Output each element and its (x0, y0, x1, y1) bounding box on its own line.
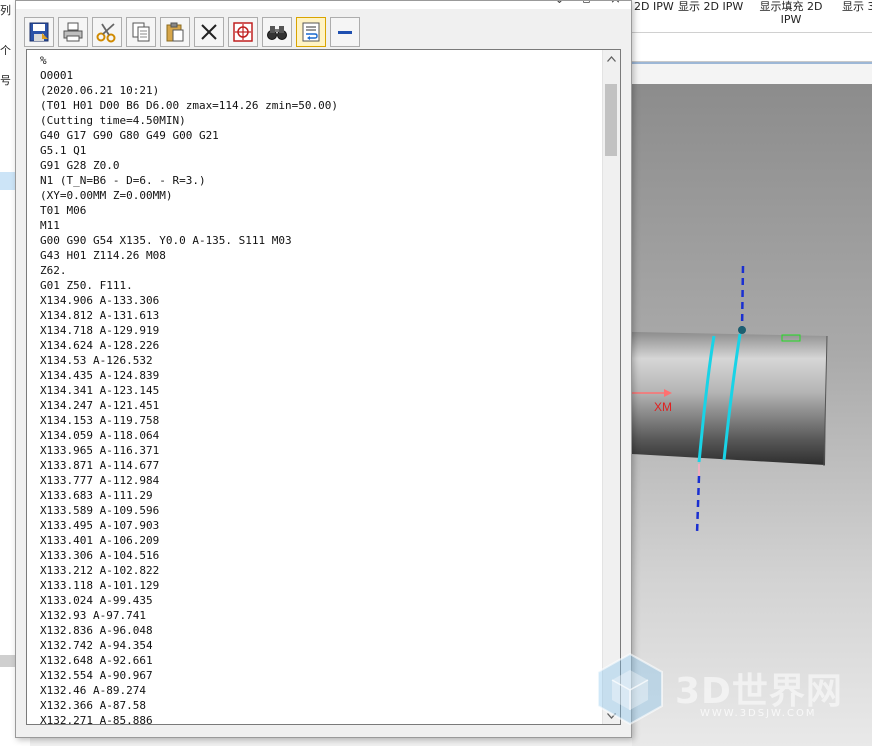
nc-code-line: G01 Z50. F111. (40, 279, 133, 292)
copy-button[interactable] (126, 17, 156, 47)
nc-code-line: X134.059 A-118.064 (40, 429, 160, 442)
paste-button[interactable] (160, 17, 190, 47)
scroll-down-button[interactable] (603, 707, 620, 724)
find-button[interactable] (262, 17, 292, 47)
crosshair-icon (233, 22, 253, 42)
chevron-up-icon (607, 55, 616, 62)
nc-code-line: X134.247 A-121.451 (40, 399, 160, 412)
nc-code-line: X132.742 A-94.354 (40, 639, 153, 652)
nc-code-line: G00 G90 G54 X135. Y0.0 A-135. S111 M03 (40, 234, 292, 247)
nc-code-line: (XY=0.00MM Z=0.00MM) (40, 189, 173, 202)
scroll-thumb[interactable] (605, 84, 617, 156)
left-panel-text: 列 (0, 4, 11, 17)
nc-code-line: M11 (40, 219, 60, 232)
minimize-button[interactable] (330, 17, 360, 47)
clipboard-icon (166, 22, 184, 42)
cut-button[interactable] (92, 17, 122, 47)
nc-code-line: X133.118 A-101.129 (40, 579, 160, 592)
nc-code-line: G43 H01 Z114.26 M08 (40, 249, 166, 262)
nc-code-line: X132.46 A-89.274 (40, 684, 146, 697)
nc-code-line: X132.648 A-92.661 (40, 654, 153, 667)
nc-code-line: Z62. (40, 264, 67, 277)
nc-code-line: (T01 H01 D00 B6 D6.00 zmax=114.26 zmin=5… (40, 99, 339, 112)
background-ribbon: 2D IPW 显示 2D IPW 显示填充 2D IPW 显示 3 (632, 0, 872, 33)
cylinder-body (632, 332, 827, 465)
nc-code-line: (Cutting time=4.50MIN) (40, 114, 186, 127)
nc-code-line: X134.624 A-128.226 (40, 339, 160, 352)
nc-code-line: X133.024 A-99.435 (40, 594, 153, 607)
target-button[interactable] (228, 17, 258, 47)
nc-code-line: X133.965 A-116.371 (40, 444, 160, 457)
scroll-up-button[interactable] (603, 50, 620, 67)
save-icon (29, 22, 49, 42)
text-vertical-scrollbar[interactable] (602, 50, 620, 724)
nc-code-line: X133.871 A-114.677 (40, 459, 160, 472)
nc-code-line: X132.271 A-85.886 (40, 714, 153, 725)
nc-code-line: X132.366 A-87.58 (40, 699, 146, 712)
tool-tip-dot (738, 326, 746, 334)
nc-code-line: X133.212 A-102.822 (40, 564, 160, 577)
ribbon-item-show-filled-2d-ipw[interactable]: 显示填充 2D IPW (758, 0, 824, 26)
nc-code-line: G91 G28 Z0.0 (40, 159, 120, 172)
nc-code-line: O0001 (40, 69, 74, 82)
print-button[interactable] (58, 17, 88, 47)
nc-code-line: X134.718 A-129.919 (40, 324, 160, 337)
nc-code-line: X134.906 A-133.306 (40, 294, 160, 307)
left-panel-text: 号 (0, 74, 11, 87)
copy-icon (132, 22, 150, 42)
nc-code-line: N1 (T_N=B6 - D=6. - R=3.) (40, 174, 206, 187)
xm-axis-label: XM (654, 400, 672, 414)
nc-code-line: X133.589 A-109.596 (40, 504, 160, 517)
nc-code-line: X134.341 A-123.145 (40, 384, 160, 397)
nc-code-line: X133.495 A-107.903 (40, 519, 160, 532)
background-viewport-header (632, 64, 872, 84)
tool-axis-top (740, 265, 745, 331)
word-wrap-button[interactable] (296, 17, 326, 47)
background-ribbon-row (632, 33, 872, 62)
delete-button[interactable] (194, 17, 224, 47)
left-panel-text: 个 (0, 44, 11, 57)
minus-icon (338, 31, 352, 34)
nc-code-line: X134.53 A-126.532 (40, 354, 153, 367)
nc-code-line: T01 M06 (40, 204, 87, 217)
nc-code-line: (2020.06.21 10:21) (40, 84, 160, 97)
chevron-down-icon (607, 712, 616, 719)
nc-code-line: X132.554 A-90.967 (40, 669, 153, 682)
dialog-title-bar[interactable]: ⌄ ▫ × (16, 1, 631, 9)
nc-code-line: X132.93 A-97.741 (40, 609, 146, 622)
dialog-menu-chevron-icon[interactable]: ⌄ (554, 1, 565, 7)
binoculars-icon (267, 26, 287, 40)
nc-code-line: % (40, 54, 47, 67)
tool-axis-bottom (695, 475, 701, 535)
save-button[interactable] (24, 17, 54, 47)
printer-icon (63, 22, 83, 42)
wrap-icon (302, 22, 320, 42)
dialog-restore-icon[interactable]: ▫ (582, 1, 591, 7)
nc-code-line: X134.812 A-131.613 (40, 309, 160, 322)
ribbon-item-2d-ipw[interactable]: 2D IPW (634, 0, 674, 13)
dialog-close-icon[interactable]: × (610, 1, 621, 7)
nc-code-line: X134.153 A-119.758 (40, 414, 160, 427)
nc-code-line: X133.777 A-112.984 (40, 474, 160, 487)
nc-code-text-area[interactable]: % O0001 (2020.06.21 10:21) (T01 H01 D00 B6 … (26, 49, 621, 725)
graphics-viewport[interactable]: XM (632, 84, 872, 746)
scissors-icon (96, 23, 116, 43)
viewport-scene: XM (632, 265, 828, 535)
nc-code-line: G40 G17 G90 G80 G49 G00 G21 (40, 129, 219, 142)
nc-code-line: X134.435 A-124.839 (40, 369, 160, 382)
nc-code-line: X133.306 A-104.516 (40, 549, 160, 562)
nc-code-line: X133.683 A-111.29 (40, 489, 153, 502)
information-dialog: ⌄ ▫ × (15, 0, 632, 738)
close-x-icon (201, 24, 217, 40)
ribbon-item-show-3[interactable]: 显示 3 (842, 0, 872, 13)
nc-code-lines: % O0001 (2020.06.21 10:21) (T01 H01 D00 B6 … (40, 53, 339, 725)
nc-code-line: X133.401 A-106.209 (40, 534, 160, 547)
nc-code-line: X132.836 A-96.048 (40, 624, 153, 637)
ribbon-item-show-2d-ipw[interactable]: 显示 2D IPW (678, 0, 743, 13)
nc-code-line: G5.1 Q1 (40, 144, 87, 157)
